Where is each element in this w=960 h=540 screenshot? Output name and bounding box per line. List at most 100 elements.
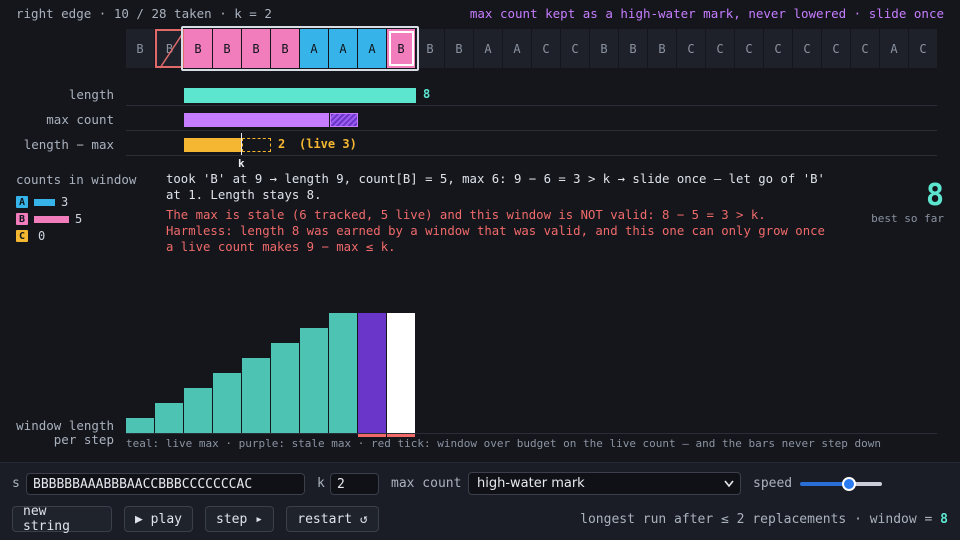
history-baseline: [126, 433, 937, 434]
k-label: k: [317, 476, 325, 491]
count-value: 5: [75, 212, 83, 226]
string-cell: C: [532, 29, 561, 68]
k-marker-label: k: [238, 157, 245, 170]
speed-slider-thumb[interactable]: [842, 477, 856, 491]
count-row: B5: [16, 212, 82, 226]
history-bar: [329, 313, 357, 433]
string-cell-char: C: [745, 41, 753, 56]
string-cell: B: [590, 29, 619, 68]
history-bar: [213, 373, 241, 433]
count-value: 3: [61, 195, 69, 209]
history-label: window length per step: [16, 419, 114, 447]
result-summary-text: longest run after ≤ 2 replacements · win…: [580, 512, 941, 527]
string-cell: C: [561, 29, 590, 68]
string-cell: C: [677, 29, 706, 68]
length-minus-max-live-value: (live 3): [299, 137, 357, 151]
string-cell-char: B: [600, 41, 608, 56]
k-marker: [241, 133, 242, 155]
count-letter: C: [16, 230, 28, 242]
count-value: 0: [38, 229, 46, 243]
string-cell: B: [648, 29, 677, 68]
count-row: C0: [16, 229, 45, 243]
string-label: s: [12, 476, 20, 491]
count-bar: [34, 215, 69, 223]
result-summary: longest run after ≤ 2 replacements · win…: [580, 512, 948, 527]
row-divider: [126, 155, 937, 156]
warning-line: The max is stale (6 tracked, 5 live) and…: [166, 208, 766, 222]
string-cell: B: [155, 29, 184, 69]
narration: took 'B' at 9 → length 9, count[B] = 5, …: [166, 171, 826, 255]
string-cell: C: [735, 29, 764, 68]
step-button[interactable]: step ▸: [205, 506, 274, 532]
history-bar: [358, 313, 386, 433]
speed-label: speed: [753, 476, 793, 491]
counts-title: counts in window: [16, 172, 137, 187]
narration-line: took 'B' at 9 → length 9, count[B] = 5, …: [166, 172, 825, 186]
string-strip: BBBBBBAAABBBAACCBBBCCCCCCCAC: [126, 29, 938, 69]
string-input[interactable]: [26, 473, 305, 495]
string-cell: B: [126, 29, 155, 68]
length-minus-max-live-bar: [242, 138, 271, 152]
length-value: 8: [423, 87, 431, 101]
string-cell: A: [329, 29, 358, 68]
count-letter: B: [16, 213, 28, 225]
string-cell: C: [764, 29, 793, 68]
count-letter: A: [16, 196, 28, 208]
string-cell-char: C: [832, 41, 840, 56]
warning-line: Harmless: length 8 was earned by a windo…: [166, 224, 825, 238]
string-cell: C: [822, 29, 851, 68]
max-count-mode-label: max count: [391, 476, 462, 491]
string-cell-char: C: [687, 41, 695, 56]
play-button[interactable]: ▶ play: [124, 506, 193, 532]
string-cell: A: [503, 29, 532, 68]
string-cell-char: B: [629, 41, 637, 56]
string-cell: B: [184, 29, 213, 68]
new-string-button[interactable]: new string: [12, 504, 112, 534]
string-cell-char: C: [716, 41, 724, 56]
length-label: length: [68, 87, 114, 102]
history-caption: teal: live max · purple: stale max · red…: [126, 437, 881, 450]
row-divider: [126, 105, 937, 106]
string-cell: B: [416, 29, 445, 68]
string-cell-char: B: [252, 41, 260, 56]
result-window-value: 8: [940, 512, 948, 527]
string-cell: B: [619, 29, 648, 68]
warning-line: a live count makes 9 − max ≤ k.: [166, 240, 396, 254]
status-line: right edge · 10 / 28 taken · k = 2: [16, 6, 272, 21]
string-cell: B: [242, 29, 271, 68]
string-cell-char: B: [165, 41, 174, 56]
k-input[interactable]: [330, 473, 379, 495]
max-count-label: max count: [46, 112, 114, 127]
string-cell-char: B: [223, 41, 231, 56]
chevron-down-icon: [724, 480, 734, 488]
string-cell-char: B: [397, 41, 405, 56]
string-cell: C: [793, 29, 822, 68]
restart-button[interactable]: restart ↺: [286, 506, 379, 532]
max-count-select[interactable]: high-water mark: [468, 472, 741, 495]
max-count-live-bar: [184, 113, 329, 127]
string-cell-char: B: [281, 41, 289, 56]
string-cell: A: [358, 29, 387, 68]
history-bar: [184, 388, 212, 433]
speed-slider[interactable]: [800, 477, 882, 491]
history-bar: [387, 313, 415, 433]
string-cell-char: C: [919, 41, 927, 56]
string-cell: A: [474, 29, 503, 68]
string-cell: C: [909, 29, 938, 68]
best-so-far-label: best so far: [871, 212, 944, 225]
best-so-far-value: 8: [925, 178, 944, 213]
history-label-line: window length: [16, 418, 114, 433]
count-row: A3: [16, 195, 68, 209]
string-cell-char: A: [368, 41, 376, 56]
string-cell: B: [387, 29, 416, 68]
row-divider: [126, 130, 937, 131]
history-bar: [300, 328, 328, 433]
string-cell-char: B: [194, 41, 202, 56]
string-cell-char: C: [571, 41, 579, 56]
string-cell-char: C: [774, 41, 782, 56]
string-cell: A: [880, 29, 909, 68]
max-count-stale-bar: [330, 113, 358, 127]
string-cell-char: A: [890, 41, 898, 56]
string-cell: B: [445, 29, 474, 68]
string-cell: B: [213, 29, 242, 68]
